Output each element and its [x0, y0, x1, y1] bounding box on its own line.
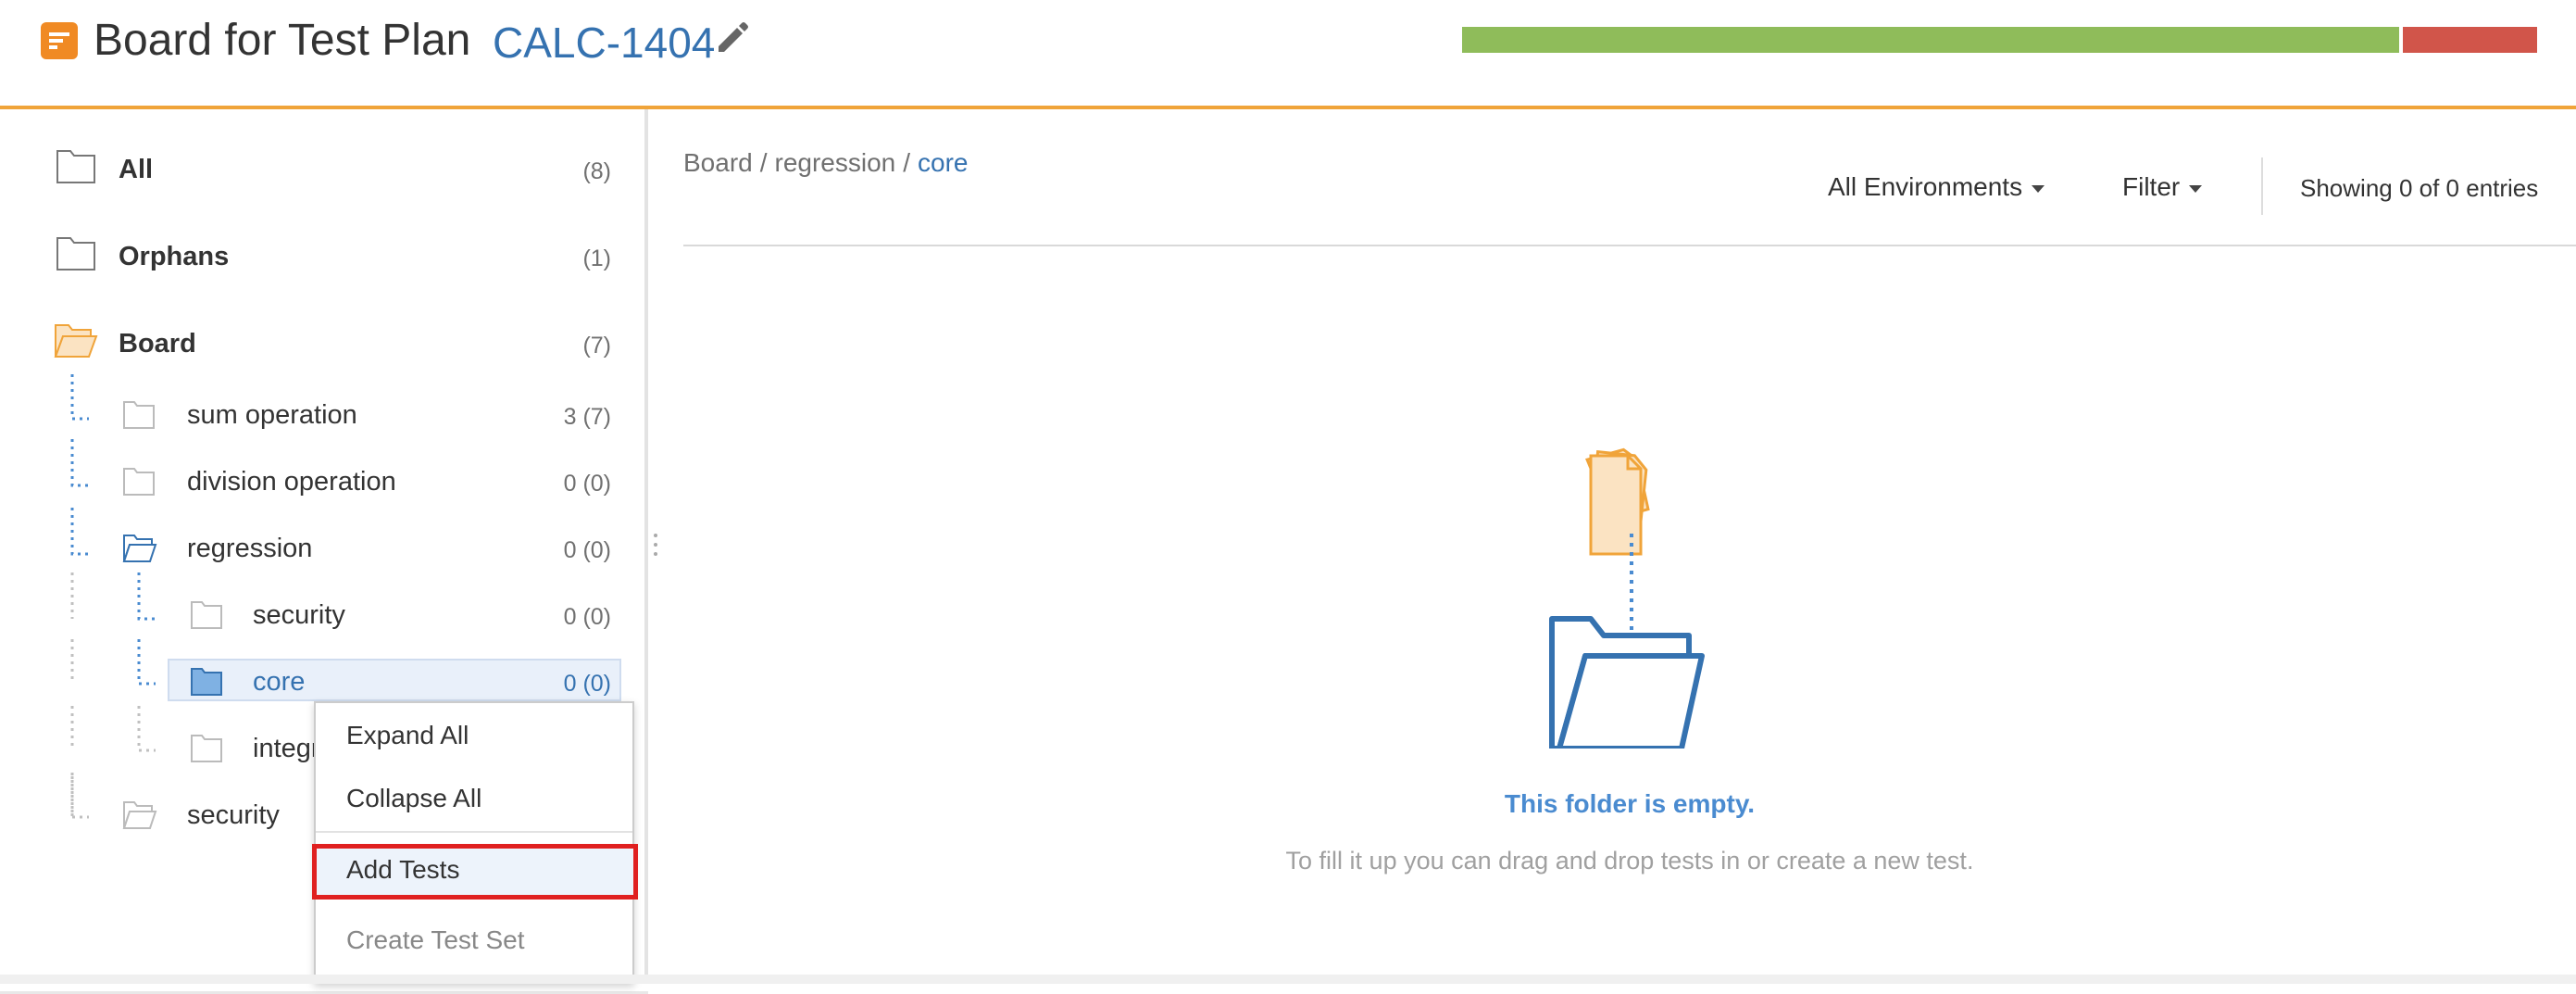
menu-item-expand-all[interactable]: Expand All [316, 708, 632, 763]
tree-item-count: 0 (0) [563, 537, 611, 563]
tree-item-label: sum operation [187, 400, 357, 430]
chevron-down-icon [2032, 184, 2045, 193]
progress-passed-segment [1462, 27, 2400, 53]
menu-item-collapse-all[interactable]: Collapse All [316, 771, 632, 826]
progress-failed-segment [2403, 27, 2537, 53]
breadcrumb-current: core [918, 148, 969, 177]
menu-item-add-tests[interactable]: Add Tests [316, 842, 632, 898]
tree-item-regression[interactable]: regression 0 (0) [0, 522, 648, 578]
folder-icon [191, 668, 222, 696]
tree-item-security[interactable]: security 0 (0) [0, 589, 648, 645]
menu-divider [316, 831, 632, 833]
environments-dropdown[interactable]: All Environments [1828, 172, 2045, 202]
tree-item-label: security [187, 800, 280, 830]
filter-label: Filter [2122, 172, 2181, 201]
page-header: Board for Test Plan CALC-1404 [0, 0, 2576, 109]
tree-item-count: 0 (0) [563, 671, 611, 697]
filter-dropdown[interactable]: Filter [2122, 172, 2203, 202]
tree-item-label: security [253, 600, 345, 630]
tree-item-count: (8) [582, 158, 611, 184]
empty-folder-illustration-icon [1549, 447, 1705, 749]
empty-state-subtitle: To fill it up you can drag and drop test… [1285, 847, 1974, 874]
tree-item-count: (7) [582, 333, 611, 359]
tree-item-label: core [253, 667, 306, 697]
tree-item-label: All [119, 155, 154, 184]
tree-item-count: 3 (7) [563, 404, 611, 430]
folder-icon [56, 237, 95, 271]
issue-key-link[interactable]: CALC-1404 [493, 15, 715, 70]
chevron-down-icon [2189, 184, 2203, 193]
tree-item-label: division operation [187, 467, 396, 497]
tree-item-label: regression [187, 534, 313, 563]
folder-icon [123, 401, 155, 429]
toolbar-divider [2261, 157, 2263, 215]
bottom-bar [0, 975, 2576, 984]
folder-open-icon [122, 535, 157, 562]
content-divider [683, 245, 2576, 246]
test-plan-icon [41, 22, 78, 59]
breadcrumb-item[interactable]: Board [683, 148, 753, 177]
entries-count: Showing 0 of 0 entries [2300, 174, 2539, 202]
folder-context-menu: Expand All Collapse All Add Tests Create… [312, 701, 638, 984]
breadcrumb: Board / regression / core [683, 148, 969, 177]
panel-resize-handle[interactable] [652, 528, 659, 565]
folder-icon [191, 601, 222, 629]
test-progress-bar [1462, 27, 2537, 53]
environments-label: All Environments [1828, 172, 2023, 201]
tree-item-board[interactable]: Board (7) [0, 316, 648, 371]
folder-icon [191, 735, 222, 762]
tree-item-count: 0 (0) [563, 604, 611, 630]
tree-item-all[interactable]: All (8) [0, 142, 648, 197]
tree-item-count: 0 (0) [563, 471, 611, 497]
tree-item-count: (1) [582, 245, 611, 271]
tree-item-orphans[interactable]: Orphans (1) [0, 229, 648, 284]
page-title: Board for Test Plan [94, 16, 471, 65]
tree-item-label: integr [253, 734, 320, 763]
breadcrumb-item[interactable]: regression [775, 148, 896, 177]
tree-item-label: Orphans [119, 242, 230, 271]
menu-item-create-test-set[interactable]: Create Test Set [316, 912, 632, 968]
folder-open-icon [54, 324, 98, 358]
folder-icon [123, 468, 155, 496]
tree-item-division-operation[interactable]: division operation 0 (0) [0, 456, 648, 511]
pencil-icon[interactable] [713, 19, 752, 57]
folder-icon [56, 150, 95, 183]
tree-item-label: Board [119, 329, 196, 359]
folder-open-icon [122, 801, 157, 829]
empty-state-title: This folder is empty. [1504, 789, 1756, 818]
tree-item-sum-operation[interactable]: sum operation 3 (7) [0, 389, 648, 445]
